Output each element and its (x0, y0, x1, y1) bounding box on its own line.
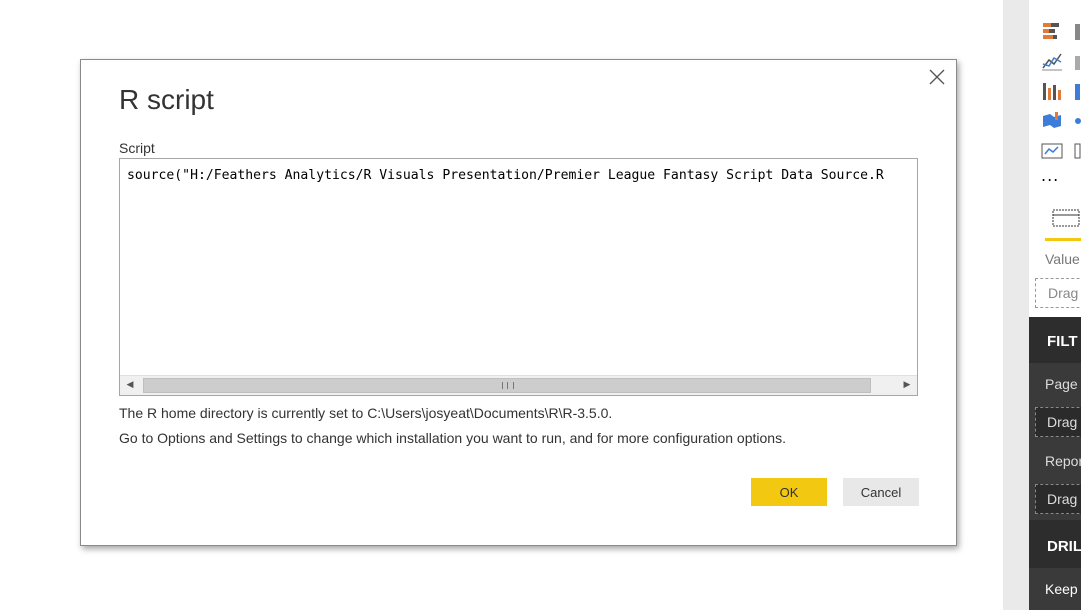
visualizations-pane: ... Value Drag FILT Page Drag Repor Drag… (1029, 0, 1081, 610)
page-filters-drop-zone[interactable]: Drag (1035, 407, 1081, 437)
filters-header[interactable]: FILT (1047, 333, 1078, 350)
options-hint-text: Go to Options and Settings to change whi… (119, 430, 786, 446)
active-tab-indicator (1045, 238, 1081, 241)
waterfall-chart-icon[interactable] (1074, 80, 1081, 102)
dialog-title: R script (119, 84, 214, 115)
column-chart-icon[interactable] (1074, 20, 1081, 42)
report-filters-drop-zone[interactable]: Drag (1035, 484, 1081, 514)
filters-section: Page Drag Repor Drag (1029, 363, 1081, 520)
drillthrough-section: Keep (1029, 568, 1081, 610)
visualization-gallery: ... (1029, 0, 1081, 200)
values-drop-zone[interactable]: Drag (1035, 278, 1081, 308)
stacked-bar-icon[interactable] (1041, 20, 1063, 42)
report-filters-label: Repor (1045, 453, 1081, 469)
scroll-left-arrow-icon[interactable]: ◀ (120, 376, 140, 395)
keep-filters-label: Keep (1045, 581, 1078, 597)
shape-map-icon[interactable] (1074, 110, 1081, 132)
pane-gutter (1003, 0, 1029, 610)
r-home-directory-text: The R home directory is currently set to… (119, 405, 613, 421)
table-icon[interactable] (1074, 140, 1081, 162)
r-script-dialog: R script Script ◀ ▶ The R home directory… (80, 59, 957, 546)
values-well: Value Drag (1029, 242, 1081, 317)
area-chart-icon[interactable] (1074, 50, 1081, 72)
script-input[interactable] (120, 159, 917, 375)
script-editor: ◀ ▶ (119, 158, 918, 396)
cancel-button[interactable]: Cancel (843, 478, 919, 506)
page-filters-label: Page (1045, 376, 1078, 392)
card-icon[interactable] (1041, 140, 1063, 162)
script-label: Script (119, 140, 155, 156)
values-label: Value (1045, 251, 1080, 267)
close-icon[interactable] (926, 66, 948, 88)
scroll-thumb[interactable] (143, 378, 871, 393)
grip-icon (502, 382, 514, 389)
ok-button[interactable]: OK (751, 478, 827, 506)
filled-map-icon[interactable] (1041, 110, 1063, 132)
ribbon-chart-icon[interactable] (1041, 80, 1063, 102)
scroll-right-arrow-icon[interactable]: ▶ (897, 376, 917, 395)
more-visuals-button[interactable]: ... (1041, 166, 1059, 185)
pane-tabs (1029, 200, 1081, 242)
drillthrough-header[interactable]: DRIL (1047, 538, 1081, 555)
horizontal-scrollbar[interactable]: ◀ ▶ (120, 375, 917, 395)
line-chart-icon[interactable] (1041, 50, 1063, 72)
fields-icon[interactable] (1051, 208, 1081, 228)
